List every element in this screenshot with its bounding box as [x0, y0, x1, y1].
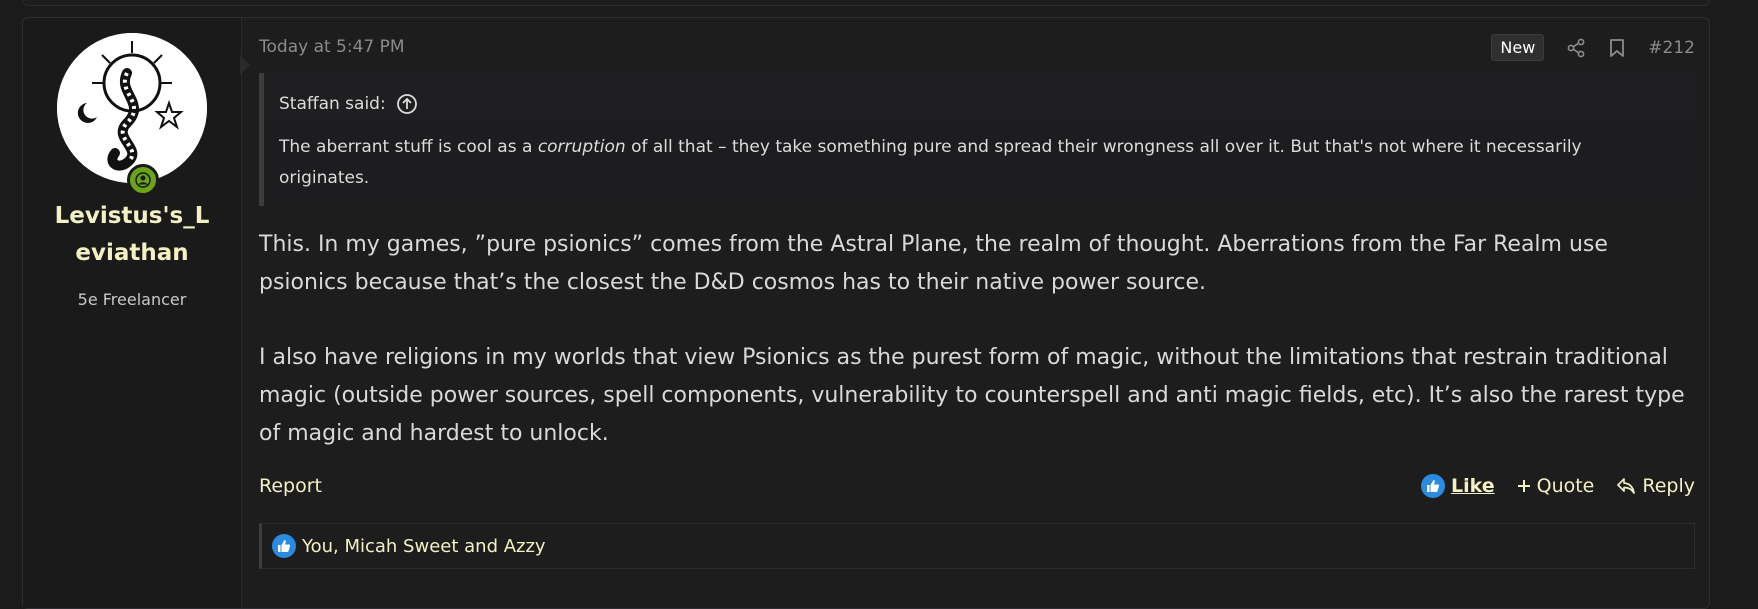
message-paragraph: This. In my games, ”pure psionics” comes…: [259, 232, 1608, 295]
quote-text: The aberrant stuff is cool as a corrupti…: [264, 120, 1695, 206]
quote-author[interactable]: Staffan said:: [279, 94, 386, 114]
like-icon: [272, 534, 296, 558]
user-icon: [135, 172, 151, 188]
forum-post: Levistus's_Leviathan 5e Freelancer Today…: [22, 17, 1710, 609]
online-status-indicator: [127, 164, 159, 196]
previous-post-edge: [22, 0, 1710, 6]
jump-to-quote-button[interactable]: [396, 93, 418, 115]
quote-text-emphasis: corruption: [537, 137, 626, 157]
post-actions-right: Like Quote Reply: [1420, 474, 1695, 498]
post-actions-bar: Report Like Quote Reply: [259, 474, 1695, 498]
quote-block: Staffan said: The aberrant stuff is cool…: [259, 73, 1695, 206]
bookmark-icon: [1610, 38, 1625, 57]
share-button[interactable]: [1566, 38, 1586, 58]
bookmark-button[interactable]: [1608, 38, 1626, 58]
message-arrow: [240, 55, 250, 75]
post-meta-actions: New #212: [1491, 34, 1695, 61]
user-cell: Levistus's_Leviathan 5e Freelancer: [23, 18, 242, 608]
post-number-link[interactable]: #212: [1648, 38, 1695, 58]
quote-header: Staffan said:: [264, 73, 1695, 120]
reply-button[interactable]: Reply: [1616, 475, 1695, 497]
user-title: 5e Freelancer: [77, 290, 187, 309]
avatar[interactable]: [57, 33, 207, 183]
quote-button[interactable]: Quote: [1517, 475, 1595, 497]
plus-icon: [1517, 480, 1530, 492]
jump-up-icon: [396, 93, 417, 114]
like-label: Like: [1450, 475, 1495, 497]
reply-label: Reply: [1642, 475, 1695, 497]
username-link[interactable]: Levistus's_Leviathan: [23, 198, 241, 272]
message-body: This. In my games, ”pure psionics” comes…: [259, 226, 1699, 490]
reactions-list-link[interactable]: You, Micah Sweet and Azzy: [302, 536, 546, 557]
post-date-link[interactable]: Today at 5:47 PM: [259, 37, 405, 57]
new-badge: New: [1491, 34, 1545, 61]
reactions-bar[interactable]: You, Micah Sweet and Azzy: [259, 523, 1695, 569]
avatar-image: [57, 33, 207, 183]
reply-icon: [1617, 478, 1636, 494]
report-button[interactable]: Report: [259, 475, 322, 497]
like-icon: [1420, 474, 1445, 498]
share-icon: [1567, 38, 1585, 57]
message-paragraph: I also have religions in my worlds that …: [259, 345, 1685, 446]
quote-label: Quote: [1536, 475, 1595, 497]
quote-text-part: The aberrant stuff is cool as a: [279, 137, 538, 157]
like-button[interactable]: Like: [1420, 474, 1495, 498]
